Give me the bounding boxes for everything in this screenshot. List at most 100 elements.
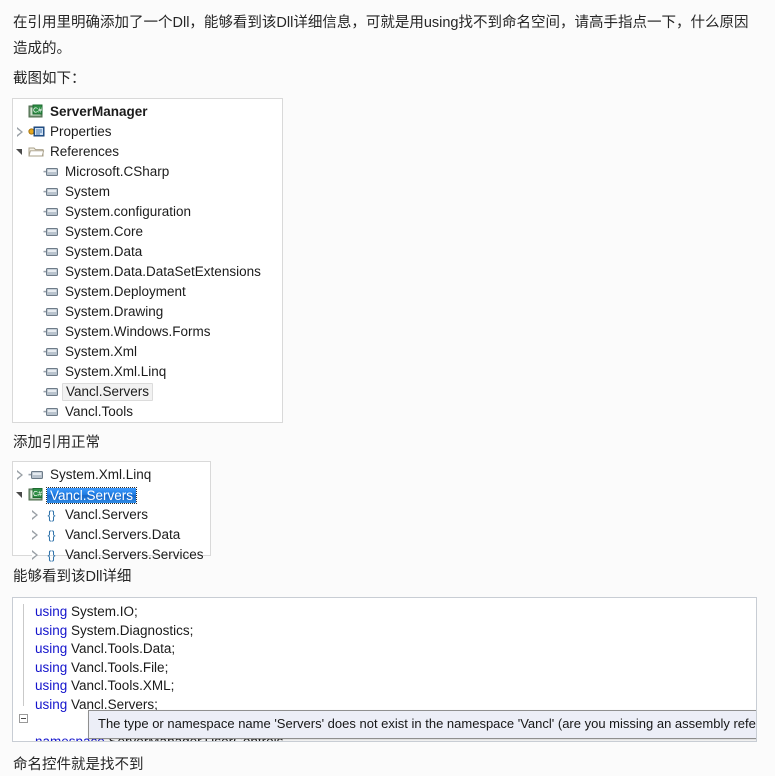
fold-region-line (23, 604, 24, 706)
tree-row-label: Properties (50, 124, 112, 139)
chevron-right-icon[interactable] (13, 465, 28, 485)
tree-row[interactable]: C# Vancl.Servers (13, 485, 210, 505)
code-line: using Vancl.Tools.XML; (35, 677, 752, 696)
chevron-right-icon[interactable] (28, 525, 43, 545)
chevron-right-icon[interactable] (13, 122, 28, 142)
tree-row[interactable]: Vancl.Servers (13, 382, 282, 402)
tree-row[interactable]: System.Drawing (13, 302, 282, 322)
assembly-reference-icon (43, 284, 60, 300)
svg-text:C#: C# (33, 491, 42, 498)
assembly-reference-icon (43, 384, 60, 400)
tree-row[interactable]: System.configuration (13, 202, 282, 222)
tree-row[interactable]: System.Xml.Linq (13, 465, 210, 485)
assembly-reference-icon (43, 244, 60, 260)
tree-row-label: Microsoft.CSharp (65, 164, 170, 179)
code-line: using System.IO; (35, 603, 752, 622)
csharp-project-icon: C# (28, 104, 45, 120)
code-keyword: using (35, 678, 68, 693)
assembly-reference-icon (43, 364, 60, 380)
tree-row[interactable]: {} Vancl.Servers.Data (13, 525, 210, 545)
assembly-reference-icon (43, 184, 60, 200)
solution-explorer-panel[interactable]: C# ServerManager Properties References Micro… (12, 98, 283, 423)
screenshot-caption: 截图如下： (13, 71, 86, 87)
tree-row[interactable]: {} Vancl.Servers.Services (13, 545, 210, 565)
fold-collapse-box[interactable] (19, 714, 28, 723)
tree-row[interactable]: System (13, 182, 282, 202)
csharp-assembly-icon: C# (28, 487, 45, 503)
svg-text:{}: {} (47, 548, 55, 562)
svg-text:{}: {} (47, 508, 55, 522)
tree-row[interactable]: System.Core (13, 222, 282, 242)
tree-row[interactable]: Microsoft.CSharp (13, 162, 282, 182)
tree-row-label: System.Windows.Forms (65, 324, 211, 339)
chevron-down-icon[interactable] (13, 485, 28, 505)
code-keyword: using (35, 604, 68, 619)
code-text: System.Diagnostics; (67, 622, 194, 638)
assembly-reference-icon (43, 164, 60, 180)
assembly-reference-icon (28, 467, 45, 483)
tree-row[interactable]: System.Data (13, 242, 282, 262)
code-text: Vancl.Tools.Data; (67, 641, 176, 656)
code-text: Vancl.Tools.File; (67, 659, 169, 675)
code-line: using System.Diagnostics; (35, 622, 752, 641)
tree-row[interactable]: System.Data.DataSetExtensions (13, 262, 282, 282)
svg-text:C#: C# (33, 107, 42, 114)
chevron-down-icon[interactable] (13, 142, 28, 162)
assembly-reference-icon (43, 264, 60, 280)
assembly-reference-icon (43, 324, 60, 340)
tree-row-label: References (50, 144, 120, 159)
tree-row-label: Vancl.Servers (62, 383, 154, 401)
tree-row-label: System.Data.DataSetExtensions (65, 264, 261, 279)
tree-row-label: System.Xml.Linq (50, 467, 152, 482)
tree-row-label: Vancl.Servers (65, 507, 149, 522)
tree-row[interactable]: {} Vancl.Servers (13, 505, 210, 525)
tree-row[interactable]: System.Deployment (13, 282, 282, 302)
svg-text:{}: {} (47, 528, 55, 542)
code-keyword: using (35, 659, 68, 675)
tree-row-label: Vancl.Servers (45, 486, 138, 504)
code-keyword: using (35, 696, 68, 712)
tree-row[interactable]: System.Xml.Linq (13, 362, 282, 382)
tree-row[interactable]: System.Xml (13, 342, 282, 362)
assembly-reference-icon (43, 224, 60, 240)
chevron-right-icon[interactable] (28, 505, 43, 525)
tree-row[interactable]: System.Windows.Forms (13, 322, 282, 342)
object-browser-panel[interactable]: System.Xml.Linq C# Vancl.Servers{} Vancl.Se… (12, 461, 211, 562)
tree-row-label: Vancl.Servers.Services (65, 547, 204, 562)
code-keyword: using (35, 622, 68, 638)
tree-row-label: System.Xml (65, 344, 138, 359)
folder-icon (28, 144, 45, 160)
assembly-reference-icon (43, 304, 60, 320)
code-keyword: using (35, 641, 68, 656)
tree-row-label: System.Xml.Linq (65, 364, 167, 379)
namespace-icon: {} (43, 507, 60, 523)
chevron-right-icon[interactable] (28, 545, 43, 565)
tree-row-label: System.Data (65, 244, 143, 259)
tree-row-label: Vancl.Tools (65, 404, 134, 419)
tree-row[interactable]: References (13, 142, 282, 162)
tree-row[interactable]: Vancl.Tools (13, 402, 282, 422)
tree-row-label: System.Deployment (65, 284, 186, 299)
namespace-icon: {} (43, 527, 60, 543)
code-text: System.IO; (67, 604, 138, 619)
code-editor-panel[interactable]: using System.IO; using System.Diagnostics… (12, 597, 757, 742)
tree-row-label: ServerManager (50, 104, 148, 119)
tree-row[interactable]: Properties (13, 122, 282, 142)
assembly-reference-icon (43, 204, 60, 220)
assembly-reference-icon (43, 344, 60, 360)
assembly-reference-icon (43, 404, 60, 420)
caption-add-reference-ok: 添加引用正常 (13, 435, 100, 451)
tree-row[interactable]: C# ServerManager (13, 102, 282, 122)
object-browser-tree: System.Xml.Linq C# Vancl.Servers{} Vancl.Se… (13, 465, 210, 565)
